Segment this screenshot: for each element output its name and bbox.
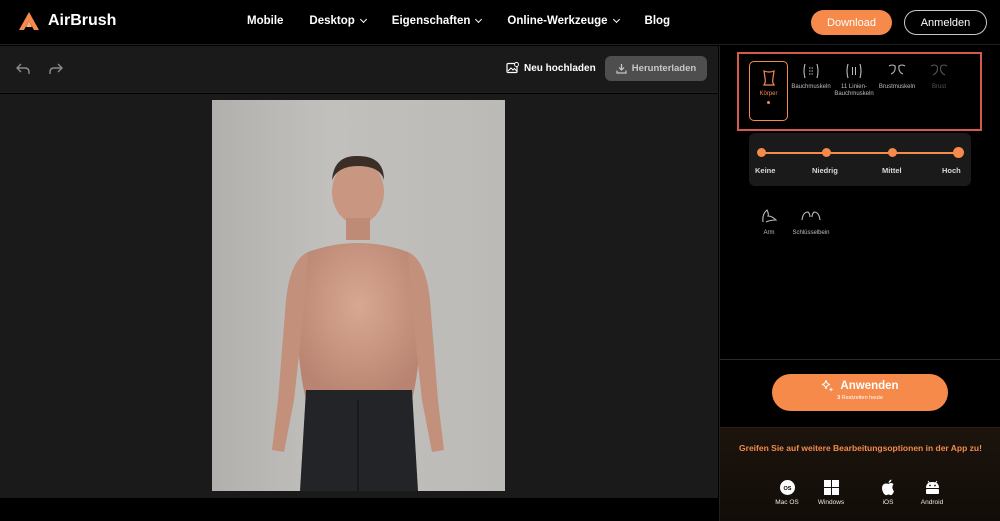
top-navigation: AirBrush Mobile Desktop Eigenschaften On… — [0, 0, 1000, 45]
apply-label: Anwenden — [840, 379, 899, 392]
nav-online-werkzeuge[interactable]: Online-Werkzeuge — [507, 15, 620, 27]
edit-panel: Körper Bauchmuskeln 11 Linien-Bauchmuske… — [719, 46, 1000, 521]
tool-brustmuskeln[interactable]: Brustmuskeln — [877, 61, 917, 91]
macos-icon: OS — [767, 478, 807, 496]
download-icon — [616, 64, 627, 74]
nav-label: Online-Werkzeuge — [507, 15, 608, 27]
tool-arm[interactable]: Arm — [746, 206, 792, 236]
nav-mobile[interactable]: Mobile — [247, 15, 283, 27]
platform-macos[interactable]: OS Mac OS — [767, 478, 807, 506]
airbrush-logo[interactable]: AirBrush — [18, 11, 116, 31]
nav-label: Mobile — [247, 15, 284, 27]
remaining-count: 3 — [837, 395, 841, 401]
platform-ios[interactable]: iOS — [868, 478, 908, 506]
apply-button-main: Anwenden — [772, 379, 948, 392]
tool-schluesselbein[interactable]: Schlüsselbein — [788, 206, 834, 236]
slider-label-mittel: Mittel — [882, 166, 902, 175]
collarbone-icon — [788, 206, 834, 226]
airbrush-logo-icon — [19, 12, 39, 30]
canvas-bottom-bar — [0, 498, 718, 521]
uploaded-photo — [212, 100, 505, 491]
remaining-uses: 3 Restzeiten heute — [772, 395, 948, 401]
download-button[interactable]: Download — [811, 10, 892, 35]
undo-icon[interactable] — [15, 62, 31, 76]
tool-label: 11 Linien-Bauchmuskeln — [834, 84, 874, 97]
redo-icon[interactable] — [48, 62, 64, 76]
torso-icon — [750, 68, 787, 88]
chevron-down-icon — [475, 15, 483, 24]
breast-icon — [919, 61, 959, 81]
apple-icon — [868, 478, 908, 496]
tool-bauchmuskeln[interactable]: Bauchmuskeln — [791, 61, 831, 91]
abs-icon — [791, 61, 831, 81]
nav-desktop[interactable]: Desktop — [309, 15, 367, 27]
slider-label-hoch: Hoch — [942, 166, 961, 175]
nav-label: Eigenschaften — [391, 15, 471, 27]
editor-toolbar: Neu hochladen Herunterladen — [0, 46, 718, 93]
platform-label: Windows — [817, 499, 845, 506]
chest-icon — [877, 61, 917, 81]
slider-track — [761, 152, 959, 154]
chevron-down-icon — [612, 15, 620, 24]
platform-label: Android — [920, 499, 944, 506]
panel-divider — [720, 359, 1000, 360]
tool-label: Brust — [931, 84, 946, 90]
nav-eigenschaften[interactable]: Eigenschaften — [391, 15, 483, 27]
image-canvas — [0, 94, 718, 498]
arm-icon — [746, 206, 792, 226]
platform-label: iOS — [882, 499, 894, 506]
remaining-text: Restzeiten heute — [841, 395, 883, 401]
slider-label-niedrig: Niedrig — [812, 166, 838, 175]
app-promo: Greifen Sie auf weitere Bearbeitungsopti… — [720, 427, 1000, 521]
active-dot — [767, 101, 770, 104]
nav-label: Blog — [644, 15, 671, 27]
android-icon — [912, 478, 952, 496]
slider-stop-mittel[interactable] — [888, 148, 897, 157]
apply-button[interactable]: Anwenden 3 Restzeiten heute — [772, 374, 948, 411]
intensity-slider[interactable]: Keine Niedrig Mittel Hoch — [749, 133, 971, 186]
slider-stop-hoch[interactable] — [953, 147, 964, 158]
svg-text:OS: OS — [783, 486, 791, 492]
eleven-line-abs-icon — [834, 61, 874, 81]
tool-11-linien-bauchmuskeln[interactable]: 11 Linien-Bauchmuskeln — [834, 61, 874, 98]
tool-label: Körper — [759, 91, 778, 97]
tool-brust[interactable]: Brust — [919, 61, 959, 91]
platform-windows[interactable]: Windows — [811, 478, 851, 506]
download-image-button[interactable]: Herunterladen — [605, 56, 707, 81]
tool-koerper[interactable]: Körper — [749, 61, 788, 121]
slider-stop-keine[interactable] — [757, 148, 766, 157]
chevron-down-icon — [359, 15, 367, 24]
promo-text: Greifen Sie auf weitere Bearbeitungsopti… — [739, 443, 982, 453]
nav-label: Desktop — [309, 15, 355, 27]
nav-blog[interactable]: Blog — [645, 15, 671, 27]
sparkle-icon — [822, 379, 834, 392]
main-nav: Mobile Desktop Eigenschaften Online-Werk… — [247, 15, 670, 27]
reupload-label: Neu hochladen — [524, 62, 596, 74]
tool-label: Schlüsselbein — [792, 230, 830, 236]
tool-label: Brustmuskeln — [878, 84, 916, 90]
brand-name: AirBrush — [48, 12, 117, 29]
platform-label: Mac OS — [775, 499, 799, 506]
windows-icon — [811, 478, 851, 496]
slider-stop-niedrig[interactable] — [822, 148, 831, 157]
download-image-label: Herunterladen — [631, 63, 697, 74]
slider-label-keine: Keine — [755, 166, 776, 175]
person-photo-illustration — [272, 155, 444, 491]
login-button[interactable]: Anmelden — [904, 10, 987, 35]
platform-android[interactable]: Android — [912, 478, 952, 506]
image-upload-icon — [506, 62, 519, 74]
tool-label: Arm — [763, 230, 775, 236]
reupload-button[interactable]: Neu hochladen — [506, 62, 596, 74]
tool-label: Bauchmuskeln — [791, 84, 831, 90]
